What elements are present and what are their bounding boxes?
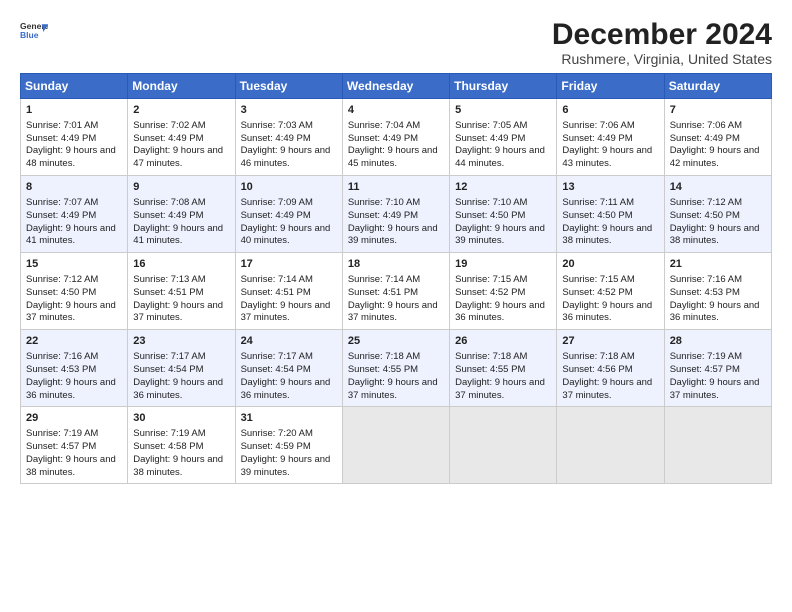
calendar-cell: 28Sunrise: 7:19 AMSunset: 4:57 PMDayligh… <box>664 330 771 407</box>
day-number: 12 <box>455 180 551 195</box>
week-row: 8Sunrise: 7:07 AMSunset: 4:49 PMDaylight… <box>21 176 772 253</box>
calendar-cell: 7Sunrise: 7:06 AMSunset: 4:49 PMDaylight… <box>664 99 771 176</box>
day-number: 4 <box>348 103 444 118</box>
calendar-cell: 27Sunrise: 7:18 AMSunset: 4:56 PMDayligh… <box>557 330 664 407</box>
calendar-cell: 13Sunrise: 7:11 AMSunset: 4:50 PMDayligh… <box>557 176 664 253</box>
calendar-cell: 1Sunrise: 7:01 AMSunset: 4:49 PMDaylight… <box>21 99 128 176</box>
calendar-cell: 17Sunrise: 7:14 AMSunset: 4:51 PMDayligh… <box>235 253 342 330</box>
week-row: 22Sunrise: 7:16 AMSunset: 4:53 PMDayligh… <box>21 330 772 407</box>
day-number: 3 <box>241 103 337 118</box>
day-number: 8 <box>26 180 122 195</box>
subtitle: Rushmere, Virginia, United States <box>552 51 772 67</box>
calendar-cell: 22Sunrise: 7:16 AMSunset: 4:53 PMDayligh… <box>21 330 128 407</box>
day-number: 5 <box>455 103 551 118</box>
day-number: 14 <box>670 180 766 195</box>
calendar-cell: 20Sunrise: 7:15 AMSunset: 4:52 PMDayligh… <box>557 253 664 330</box>
calendar-cell: 11Sunrise: 7:10 AMSunset: 4:49 PMDayligh… <box>342 176 449 253</box>
calendar-cell <box>557 407 664 484</box>
calendar-cell <box>342 407 449 484</box>
col-monday: Monday <box>128 74 235 99</box>
day-number: 17 <box>241 257 337 272</box>
calendar-cell: 5Sunrise: 7:05 AMSunset: 4:49 PMDaylight… <box>450 99 557 176</box>
title-block: December 2024 Rushmere, Virginia, United… <box>552 18 772 67</box>
week-row: 29Sunrise: 7:19 AMSunset: 4:57 PMDayligh… <box>21 407 772 484</box>
day-number: 15 <box>26 257 122 272</box>
day-number: 24 <box>241 334 337 349</box>
day-number: 18 <box>348 257 444 272</box>
calendar-cell: 23Sunrise: 7:17 AMSunset: 4:54 PMDayligh… <box>128 330 235 407</box>
calendar-cell: 18Sunrise: 7:14 AMSunset: 4:51 PMDayligh… <box>342 253 449 330</box>
day-number: 11 <box>348 180 444 195</box>
calendar-cell: 10Sunrise: 7:09 AMSunset: 4:49 PMDayligh… <box>235 176 342 253</box>
calendar-cell: 12Sunrise: 7:10 AMSunset: 4:50 PMDayligh… <box>450 176 557 253</box>
logo: General Blue <box>20 18 48 46</box>
day-number: 13 <box>562 180 658 195</box>
calendar-cell: 4Sunrise: 7:04 AMSunset: 4:49 PMDaylight… <box>342 99 449 176</box>
col-wednesday: Wednesday <box>342 74 449 99</box>
calendar-cell: 3Sunrise: 7:03 AMSunset: 4:49 PMDaylight… <box>235 99 342 176</box>
main-title: December 2024 <box>552 18 772 51</box>
day-number: 10 <box>241 180 337 195</box>
day-number: 29 <box>26 411 122 426</box>
calendar-cell: 25Sunrise: 7:18 AMSunset: 4:55 PMDayligh… <box>342 330 449 407</box>
day-number: 7 <box>670 103 766 118</box>
calendar-cell <box>450 407 557 484</box>
week-row: 1Sunrise: 7:01 AMSunset: 4:49 PMDaylight… <box>21 99 772 176</box>
day-number: 19 <box>455 257 551 272</box>
day-number: 31 <box>241 411 337 426</box>
calendar-cell: 24Sunrise: 7:17 AMSunset: 4:54 PMDayligh… <box>235 330 342 407</box>
day-number: 20 <box>562 257 658 272</box>
day-number: 1 <box>26 103 122 118</box>
calendar-cell: 16Sunrise: 7:13 AMSunset: 4:51 PMDayligh… <box>128 253 235 330</box>
calendar-cell: 9Sunrise: 7:08 AMSunset: 4:49 PMDaylight… <box>128 176 235 253</box>
day-number: 30 <box>133 411 229 426</box>
calendar-cell <box>664 407 771 484</box>
day-number: 23 <box>133 334 229 349</box>
calendar-cell: 8Sunrise: 7:07 AMSunset: 4:49 PMDaylight… <box>21 176 128 253</box>
calendar-cell: 29Sunrise: 7:19 AMSunset: 4:57 PMDayligh… <box>21 407 128 484</box>
day-number: 9 <box>133 180 229 195</box>
day-number: 28 <box>670 334 766 349</box>
col-thursday: Thursday <box>450 74 557 99</box>
calendar-header-row: Sunday Monday Tuesday Wednesday Thursday… <box>21 74 772 99</box>
day-number: 21 <box>670 257 766 272</box>
calendar-cell: 30Sunrise: 7:19 AMSunset: 4:58 PMDayligh… <box>128 407 235 484</box>
day-number: 6 <box>562 103 658 118</box>
calendar-cell: 26Sunrise: 7:18 AMSunset: 4:55 PMDayligh… <box>450 330 557 407</box>
day-number: 2 <box>133 103 229 118</box>
page: General Blue December 2024 Rushmere, Vir… <box>0 0 792 612</box>
col-tuesday: Tuesday <box>235 74 342 99</box>
day-number: 16 <box>133 257 229 272</box>
svg-text:Blue: Blue <box>20 30 39 40</box>
calendar-cell: 2Sunrise: 7:02 AMSunset: 4:49 PMDaylight… <box>128 99 235 176</box>
col-friday: Friday <box>557 74 664 99</box>
day-number: 27 <box>562 334 658 349</box>
logo-icon: General Blue <box>20 18 48 46</box>
header: General Blue December 2024 Rushmere, Vir… <box>20 18 772 67</box>
calendar-cell: 21Sunrise: 7:16 AMSunset: 4:53 PMDayligh… <box>664 253 771 330</box>
day-number: 26 <box>455 334 551 349</box>
calendar-cell: 15Sunrise: 7:12 AMSunset: 4:50 PMDayligh… <box>21 253 128 330</box>
day-number: 25 <box>348 334 444 349</box>
calendar: Sunday Monday Tuesday Wednesday Thursday… <box>20 73 772 484</box>
calendar-cell: 19Sunrise: 7:15 AMSunset: 4:52 PMDayligh… <box>450 253 557 330</box>
calendar-cell: 14Sunrise: 7:12 AMSunset: 4:50 PMDayligh… <box>664 176 771 253</box>
day-number: 22 <box>26 334 122 349</box>
week-row: 15Sunrise: 7:12 AMSunset: 4:50 PMDayligh… <box>21 253 772 330</box>
col-sunday: Sunday <box>21 74 128 99</box>
col-saturday: Saturday <box>664 74 771 99</box>
calendar-cell: 6Sunrise: 7:06 AMSunset: 4:49 PMDaylight… <box>557 99 664 176</box>
calendar-cell: 31Sunrise: 7:20 AMSunset: 4:59 PMDayligh… <box>235 407 342 484</box>
